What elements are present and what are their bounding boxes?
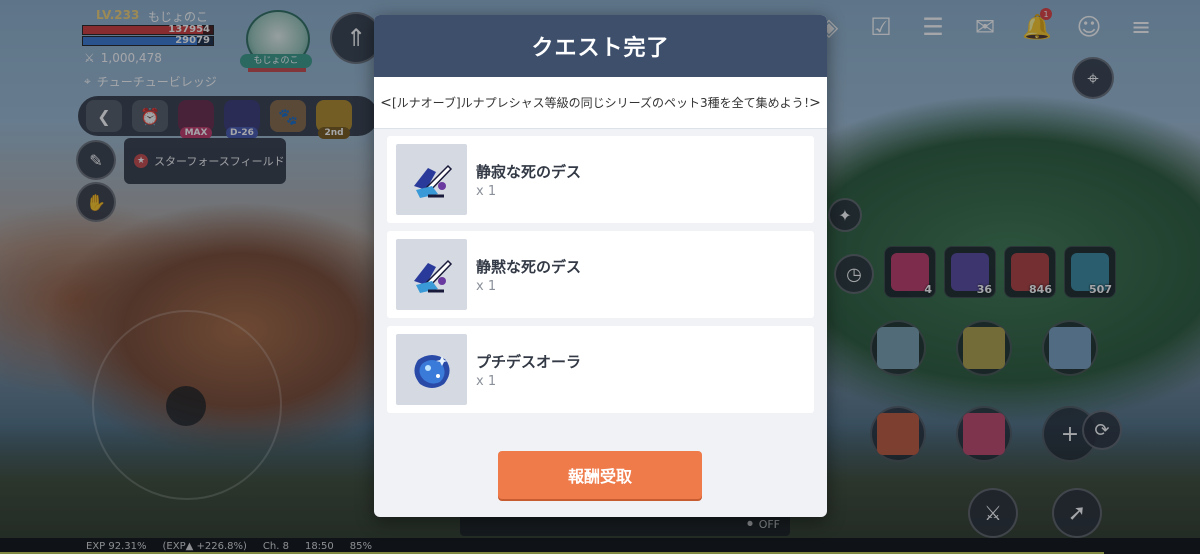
claim-reward-button[interactable]: 報酬受取 (498, 451, 702, 499)
reward-list: 静寂な死のデス x 1 静黙な死のデス x 1 プチデスオーラ x 1 (374, 129, 827, 413)
quest-navigator: < [ルナオーブ]ルナプレシャス等級の同じシリーズのペット3種を全て集めよう！ … (374, 77, 827, 129)
reward-quantity: x 1 (476, 373, 497, 389)
quest-title: [ルナオーブ]ルナプレシャス等級の同じシリーズのペット3種を全て集めよう！ (392, 96, 809, 110)
quest-complete-dialog: クエスト完了 < [ルナオーブ]ルナプレシャス等級の同じシリーズのペット3種を全… (374, 15, 827, 517)
reward-item: 静寂な死のデス x 1 (387, 136, 814, 223)
reward-quantity: x 1 (476, 278, 497, 294)
reward-item: プチデスオーラ x 1 (387, 326, 814, 413)
reward-name: 静寂な死のデス (476, 162, 582, 181)
prev-quest-arrow[interactable]: < (380, 95, 392, 111)
reward-item: 静黙な死のデス x 1 (387, 231, 814, 318)
next-quest-arrow[interactable]: > (809, 95, 821, 111)
death-pet-icon (396, 239, 467, 310)
death-pet-icon (396, 144, 467, 215)
reward-name: プチデスオーラ (476, 352, 582, 371)
reward-quantity: x 1 (476, 183, 497, 199)
aura-icon (396, 334, 467, 405)
reward-name: 静黙な死のデス (476, 257, 582, 276)
dialog-title: クエスト完了 (374, 15, 827, 77)
